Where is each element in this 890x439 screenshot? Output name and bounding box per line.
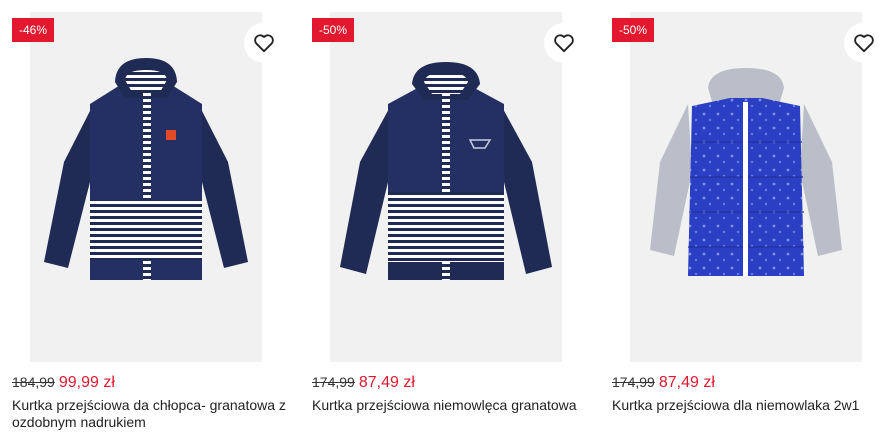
price-row: 184,99 99,99 zł bbox=[12, 374, 115, 392]
sale-price: 99,99 zł bbox=[58, 374, 115, 391]
heart-outline-icon bbox=[554, 34, 574, 53]
product-image[interactable] bbox=[630, 12, 862, 362]
old-price: 184,99 bbox=[12, 374, 55, 390]
heart-outline-icon bbox=[254, 34, 274, 53]
old-price: 174,99 bbox=[312, 374, 355, 390]
sale-price: 87,49 zł bbox=[658, 374, 715, 391]
discount-badge: -50% bbox=[312, 18, 355, 42]
product-name[interactable]: Kurtka przejściowa niemowlęca granatowa bbox=[312, 397, 592, 414]
discount-badge: -50% bbox=[612, 18, 655, 42]
sale-price: 87,49 zł bbox=[358, 374, 415, 391]
jacket-image bbox=[44, 58, 248, 280]
product-card[interactable]: -46% 184,99 99,99 zł Kurtka przejściowa … bbox=[12, 12, 286, 432]
old-price: 174,99 bbox=[612, 374, 655, 390]
price-row: 174,99 87,49 zł bbox=[312, 374, 415, 392]
product-card[interactable]: -50% 174,99 87,49 zł Kurtka przejściowa … bbox=[312, 12, 584, 432]
product-name[interactable]: Kurtka przejściowa da chłopca- granatowa… bbox=[12, 397, 292, 431]
price-row: 174,99 87,49 zł bbox=[612, 374, 715, 392]
discount-badge: -46% bbox=[12, 18, 55, 42]
favorite-button[interactable] bbox=[544, 23, 584, 63]
product-image[interactable] bbox=[330, 12, 562, 362]
heart-outline-icon bbox=[854, 34, 874, 53]
vest-jacket-image bbox=[650, 68, 842, 276]
product-grid: -46% 184,99 99,99 zł Kurtka przejściowa … bbox=[0, 0, 890, 439]
product-image[interactable] bbox=[30, 12, 262, 362]
favorite-button[interactable] bbox=[844, 23, 884, 63]
product-name[interactable]: Kurtka przejściowa dla niemowlaka 2w1 bbox=[612, 397, 890, 414]
favorite-button[interactable] bbox=[244, 23, 284, 63]
product-card[interactable]: -50% 174,99 87,49 zł Kurtka przejściowa … bbox=[612, 12, 884, 432]
jacket-image bbox=[340, 62, 552, 280]
